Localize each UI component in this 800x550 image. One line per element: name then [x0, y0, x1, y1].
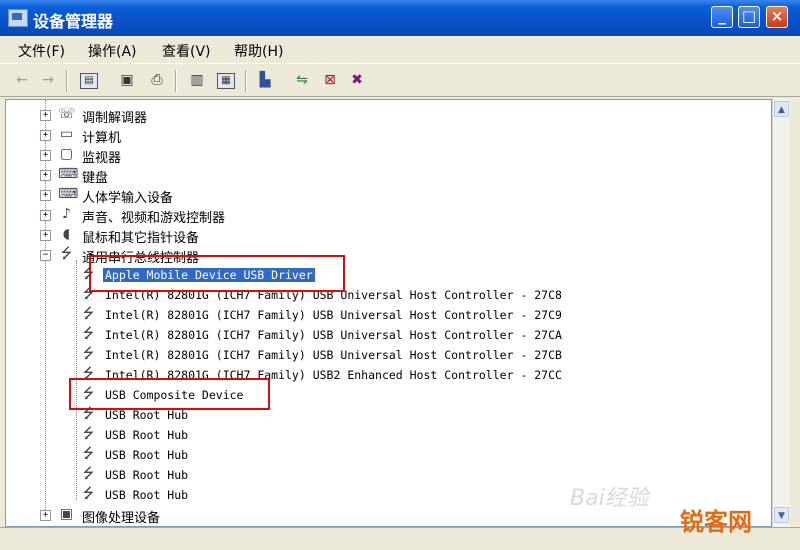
expand-icon[interactable]: + [40, 510, 51, 521]
expand-icon[interactable]: + [40, 150, 51, 161]
menu-help[interactable]: 帮助(H) [234, 41, 283, 61]
disable-device-icon[interactable]: ⇋ [292, 71, 312, 89]
properties-icon[interactable]: ▣ [117, 71, 137, 89]
category-label: 调制解调器 [82, 111, 148, 126]
device-tree[interactable]: + ☏ 调制解调器 + ▭ 计算机 + ▢ 监视器 + ⌨ 键盘 + ⌨ 人体学… [5, 99, 772, 527]
device-label: Intel(R) 82801G (ICH7 Family) USB Univer… [105, 328, 562, 342]
menu-bar: 文件(F) 操作(A) 查看(V) 帮助(H) [0, 36, 800, 63]
tree-category-hid[interactable]: + ⌨ 人体学输入设备 [6, 185, 766, 206]
print-icon[interactable]: ⎙ [147, 71, 167, 89]
device-usb-controller[interactable]: ⭍ Intel(R) 82801G (ICH7 Family) USB Univ… [6, 305, 766, 325]
device-label: USB Root Hub [105, 468, 189, 482]
menu-file[interactable]: 文件(F) [18, 41, 65, 61]
console-tree-icon[interactable]: ▤ [80, 73, 98, 89]
imaging-icon: ▣ [59, 506, 74, 522]
device-manager-icon [8, 9, 28, 27]
tree-category-modem[interactable]: + ☏ 调制解调器 [6, 105, 766, 126]
tree-category-imaging[interactable]: + ▣ 图像处理设备 [6, 505, 766, 526]
menu-action[interactable]: 操作(A) [88, 41, 137, 61]
keyboard-icon: ⌨ [58, 166, 79, 182]
device-usb-root-hub[interactable]: ⭍ USB Root Hub [6, 465, 766, 485]
expand-icon[interactable]: + [40, 170, 51, 181]
device-label: USB Root Hub [105, 448, 189, 462]
sound-icon: ♪ [62, 206, 71, 222]
computer-icon: ▭ [59, 126, 74, 142]
collapse-icon[interactable]: − [40, 250, 51, 261]
toolbar: ← → ▤ ▣ ⎙ ▥ ▦ ▙ ⇋ ⊠ ✖ [0, 63, 800, 97]
expand-icon[interactable]: + [40, 230, 51, 241]
device-usb-root-hub[interactable]: ⭍ USB Root Hub [6, 485, 766, 505]
uninstall-icon[interactable]: ⊠ [320, 71, 340, 89]
usb-icon: ⭍ [60, 246, 73, 262]
window-title: 设备管理器 [33, 12, 114, 31]
usb-device-icon: ⭍ [82, 426, 95, 442]
title-bar: 设备管理器 _ □ × [0, 0, 800, 36]
usb-device-icon: ⭍ [82, 306, 95, 322]
scan-hardware-icon[interactable]: ▙ [255, 71, 275, 89]
help-icon[interactable]: ▥ [187, 71, 207, 89]
back-arrow-icon[interactable]: ← [12, 71, 32, 89]
tree-category-monitor[interactable]: + ▢ 监视器 [6, 145, 766, 166]
highlight-box-composite-device [69, 378, 270, 410]
tree-category-mouse[interactable]: + ◖ 鼠标和其它指针设备 [6, 225, 766, 246]
scroll-down-arrow-icon[interactable]: ▼ [774, 507, 789, 523]
baidu-watermark: Bai经验 [570, 486, 649, 511]
minimize-button[interactable]: _ [711, 6, 733, 28]
ruike-watermark: 锐客网 [680, 508, 752, 536]
device-usb-root-hub[interactable]: ⭍ USB Root Hub [6, 425, 766, 445]
category-label: 人体学输入设备 [82, 191, 174, 206]
toolbar-separator [245, 70, 247, 92]
expand-icon[interactable]: + [40, 110, 51, 121]
category-label: 图像处理设备 [82, 511, 161, 526]
device-usb-controller[interactable]: ⭍ Intel(R) 82801G (ICH7 Family) USB Univ… [6, 345, 766, 365]
tree-category-sound[interactable]: + ♪ 声音、视频和游戏控制器 [6, 205, 766, 226]
category-label: 鼠标和其它指针设备 [82, 231, 200, 246]
expand-icon[interactable]: + [40, 130, 51, 141]
usb-device-icon: ⭍ [82, 346, 95, 362]
expand-icon[interactable]: + [40, 190, 51, 201]
category-label: 计算机 [82, 131, 122, 146]
toolbar-separator [175, 70, 177, 92]
modem-icon: ☏ [58, 106, 76, 122]
vertical-scrollbar[interactable]: ▲ ▼ [772, 99, 790, 527]
tree-category-keyboard[interactable]: + ⌨ 键盘 [6, 165, 766, 186]
usb-device-icon: ⭍ [82, 446, 95, 462]
forward-arrow-icon[interactable]: → [38, 71, 58, 89]
usb-device-icon: ⭍ [82, 326, 95, 342]
device-label: Intel(R) 82801G (ICH7 Family) USB Univer… [105, 348, 562, 362]
device-label: USB Root Hub [105, 408, 189, 422]
usb-device-icon: ⭍ [82, 486, 95, 502]
toolbar-separator [66, 70, 68, 92]
expand-icon[interactable]: + [40, 210, 51, 221]
category-label: 声音、视频和游戏控制器 [82, 211, 226, 226]
scroll-up-arrow-icon[interactable]: ▲ [774, 101, 789, 117]
mouse-icon: ◖ [62, 226, 71, 242]
device-label: Intel(R) 82801G (ICH7 Family) USB Univer… [105, 308, 562, 322]
device-usb-controller[interactable]: ⭍ Intel(R) 82801G (ICH7 Family) USB Univ… [6, 325, 766, 345]
tree-category-computer[interactable]: + ▭ 计算机 [6, 125, 766, 146]
device-usb-root-hub[interactable]: ⭍ USB Root Hub [6, 445, 766, 465]
device-label: USB Root Hub [105, 428, 189, 442]
highlight-box-apple-driver [89, 255, 345, 292]
remove-device-icon[interactable]: ✖ [347, 71, 367, 89]
hid-icon: ⌨ [58, 186, 79, 202]
maximize-button[interactable]: □ [738, 6, 760, 28]
close-button[interactable]: × [766, 6, 788, 28]
device-label: USB Root Hub [105, 488, 189, 502]
usb-device-icon: ⭍ [82, 466, 95, 482]
category-label: 键盘 [82, 171, 109, 186]
menu-view[interactable]: 查看(V) [162, 41, 211, 61]
monitor-icon: ▢ [59, 146, 74, 162]
update-driver-icon[interactable]: ▦ [217, 73, 235, 89]
category-label: 监视器 [82, 151, 122, 166]
